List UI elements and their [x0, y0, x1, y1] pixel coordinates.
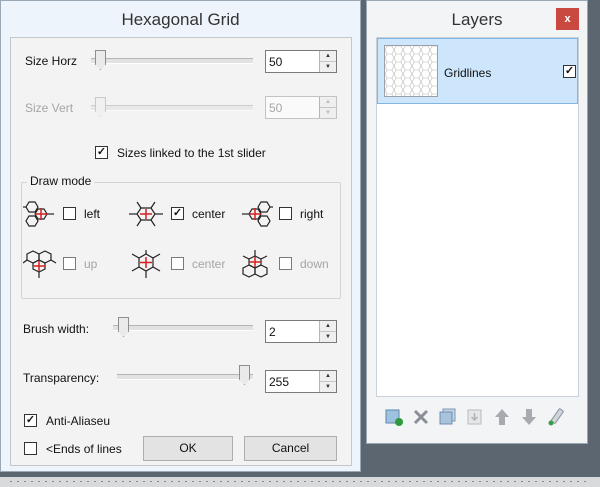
sizes-linked-checkbox[interactable]: ✓ — [95, 146, 108, 159]
draw-mode-vertical-center-checkbox — [171, 257, 184, 270]
size-vert-label: Size Vert — [25, 101, 74, 115]
cancel-button[interactable]: Cancel — [244, 436, 337, 461]
layers-title: Layers — [451, 10, 503, 29]
spin-down-icon[interactable]: ▼ — [320, 61, 336, 72]
brush-width-spinbox[interactable]: 2 ▲ ▼ — [265, 320, 337, 343]
draw-mode-down-checkbox — [279, 257, 292, 270]
spin-up-icon[interactable]: ▲ — [320, 371, 336, 381]
brush-width-value[interactable]: 2 — [269, 325, 276, 339]
size-vert-value: 50 — [269, 101, 283, 115]
draw-mode-up-checkbox — [63, 257, 76, 270]
layer-visibility-checkbox[interactable]: ✓ — [563, 65, 576, 78]
hex-left-mode-icon — [23, 201, 54, 227]
size-horz-spinbox[interactable]: 50 ▲ ▼ — [265, 50, 337, 73]
background-dotted-line — [10, 481, 590, 482]
spin-down-icon[interactable]: ▼ — [320, 381, 336, 392]
transparency-spinbox[interactable]: 255 ▲ ▼ — [265, 370, 337, 393]
spin-down-icon: ▼ — [320, 107, 336, 118]
size-vert-track — [91, 105, 253, 111]
draw-mode-right-label: right — [300, 207, 324, 221]
draw-mode-up-label: up — [84, 257, 98, 271]
transparency-label: Transparency: — [23, 371, 100, 385]
sizes-linked-label: Sizes linked to the 1st slider — [117, 146, 266, 160]
layer-list[interactable]: Gridlines ✓ — [376, 37, 579, 397]
transparency-track[interactable] — [117, 374, 253, 380]
spin-up-icon[interactable]: ▲ — [320, 51, 336, 61]
close-icon: x — [564, 13, 571, 25]
transparency-value[interactable]: 255 — [269, 375, 289, 389]
transparency-spin-buttons: ▲ ▼ — [319, 371, 336, 392]
draw-mode-right-checkbox[interactable] — [279, 207, 292, 220]
spin-down-icon[interactable]: ▼ — [320, 331, 336, 342]
size-horz-slider-thumb[interactable] — [95, 50, 106, 70]
draw-mode-center-checkbox[interactable]: ✓ — [171, 207, 184, 220]
duplicate-layer-icon[interactable] — [437, 406, 459, 428]
move-layer-up-icon[interactable] — [491, 406, 513, 428]
draw-mode-left-label: left — [84, 207, 101, 221]
ends-of-lines-checkbox[interactable] — [24, 442, 37, 455]
hexagonal-grid-dialog: Hexagonal Grid Size Horz 50 ▲ ▼ Size Ver… — [0, 0, 361, 472]
draw-mode-group — [21, 182, 341, 299]
spin-up-icon: ▲ — [325, 99, 331, 105]
move-layer-down-icon[interactable] — [518, 406, 540, 428]
size-vert-slider-thumb — [95, 97, 106, 117]
background-strip — [0, 477, 600, 487]
hex-vertical-center-mode-icon — [131, 250, 161, 278]
layer-thumbnail — [384, 45, 438, 97]
layer-properties-icon[interactable] — [545, 406, 567, 428]
layer-row-gridlines[interactable]: Gridlines ✓ — [377, 38, 578, 104]
hex-down-mode-icon — [242, 250, 268, 278]
size-vert-spinbox: 50 ▲ ▼ — [265, 96, 337, 119]
size-horz-value[interactable]: 50 — [269, 55, 282, 69]
brush-width-label: Brush width: — [23, 322, 90, 336]
hex-center-mode-icon — [129, 201, 163, 227]
transparency-slider-thumb[interactable] — [239, 365, 250, 385]
hex-right-mode-icon — [242, 201, 273, 227]
draw-mode-center-label: center — [192, 207, 226, 221]
merge-layer-down-icon[interactable] — [464, 406, 486, 428]
layers-toolbar — [379, 406, 579, 430]
anti-alias-checkbox[interactable]: ✓ — [24, 414, 37, 427]
brush-width-slider-thumb[interactable] — [118, 317, 129, 337]
hex-pattern-thumbnail-icon — [385, 46, 437, 96]
draw-mode-down-label: down — [300, 257, 329, 271]
close-button[interactable]: x — [556, 8, 579, 30]
size-horz-spin-buttons: ▲ ▼ — [319, 51, 336, 72]
size-vert-spin-buttons: ▲ ▼ — [319, 97, 336, 118]
add-layer-icon[interactable] — [383, 406, 405, 428]
draw-mode-vertical-center-label: center — [192, 257, 226, 271]
draw-mode-left-checkbox[interactable] — [63, 207, 76, 220]
brush-width-track[interactable] — [113, 325, 253, 331]
size-horz-label: Size Horz — [25, 54, 78, 68]
size-horz-track[interactable] — [91, 58, 253, 64]
ok-button[interactable]: OK — [143, 436, 233, 461]
draw-mode-label: Draw mode — [27, 174, 95, 188]
anti-alias-label: Anti-Aliaseu — [46, 414, 111, 428]
layer-name: Gridlines — [444, 66, 492, 80]
spin-up-icon[interactable]: ▲ — [320, 321, 336, 331]
layers-panel: Layers x Gridlines ✓ — [366, 0, 588, 444]
delete-layer-icon[interactable] — [410, 406, 432, 428]
brush-width-spin-buttons: ▲ ▼ — [319, 321, 336, 342]
dialog-client-area: Size Horz 50 ▲ ▼ Size Vert 50 ▲ ▼ ✓ Size… — [10, 37, 352, 466]
ends-of-lines-label: <Ends of lines — [46, 442, 122, 456]
hex-up-mode-icon — [23, 250, 57, 278]
dialog-title: Hexagonal Grid — [121, 10, 240, 29]
